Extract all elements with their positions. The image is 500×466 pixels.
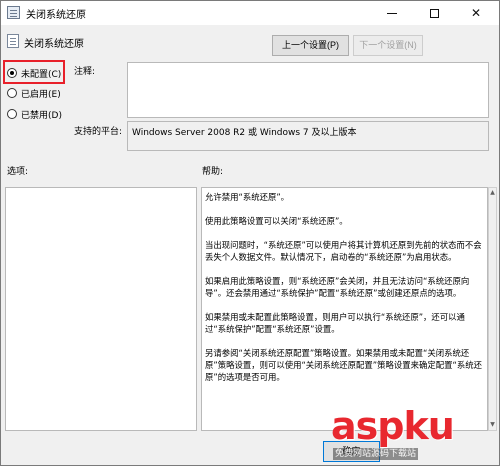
setting-title: 关闭系统还原 xyxy=(24,39,84,50)
site-watermark: aspku 免费网站源码下载站 xyxy=(331,404,496,464)
radio-enabled[interactable]: 已启用(E) xyxy=(7,86,61,100)
window-title: 关闭系统还原 xyxy=(26,10,86,21)
radio-dot xyxy=(7,109,17,119)
radio-disabled[interactable]: 已禁用(D) xyxy=(7,107,62,121)
minimize-icon xyxy=(387,13,397,14)
help-paragraph: 允许禁用“系统还原”。 xyxy=(205,192,290,202)
previous-setting-button[interactable]: 上一个设置(P) xyxy=(272,35,349,56)
next-setting-button[interactable]: 下一个设置(N) xyxy=(353,35,423,56)
close-icon: ✕ xyxy=(470,6,482,20)
close-button[interactable]: ✕ xyxy=(455,1,497,25)
radio-label: 未配置(C) xyxy=(21,69,62,80)
policy-icon xyxy=(7,6,20,19)
options-label: 选项: xyxy=(7,167,29,177)
help-paragraph: 如果禁用或未配置此策略设置，则用户可以执行“系统还原”，还可以通过“系统保护”配… xyxy=(205,312,465,334)
watermark-logo: aspku xyxy=(331,404,455,448)
help-paragraph: 另请参阅“关闭系统还原配置”策略设置。如果禁用或未配置“关闭系统还原”策略设置，… xyxy=(205,348,482,382)
radio-dot xyxy=(7,88,17,98)
radio-not-configured[interactable]: 未配置(C) xyxy=(7,66,61,80)
help-paragraph: 当出现问题时，“系统还原”可以使用户将其计算机还原到先前的状态而不会丢失个人数据… xyxy=(205,240,482,262)
comment-label: 注释: xyxy=(74,67,96,77)
comment-textarea[interactable] xyxy=(127,62,489,118)
minimize-button[interactable] xyxy=(371,1,413,25)
scroll-up-icon[interactable]: ▲ xyxy=(489,188,496,198)
radio-label: 已启用(E) xyxy=(21,89,61,100)
setting-icon xyxy=(7,34,19,48)
help-paragraph: 如果启用此策略设置，则“系统还原”会关闭，并且无法访问“系统还原向导”。还会禁用… xyxy=(205,276,470,298)
policy-dialog: 关闭系统还原 ✕ 关闭系统还原 上一个设置(P) 下一个设置(N) 未配置(C)… xyxy=(0,0,500,466)
radio-dot xyxy=(7,68,17,78)
platform-value: Windows Server 2008 R2 或 Windows 7 及以上版本 xyxy=(127,121,489,151)
title-bar: 关闭系统还原 ✕ xyxy=(1,1,499,25)
help-text-panel[interactable]: 允许禁用“系统还原”。 使用此策略设置可以关闭“系统还原”。 当出现问题时，“系… xyxy=(201,187,488,431)
platform-label: 支持的平台: xyxy=(74,127,123,137)
help-paragraph: 使用此策略设置可以关闭“系统还原”。 xyxy=(205,216,348,226)
help-scrollbar[interactable]: ▲ ▼ xyxy=(488,187,497,431)
options-panel xyxy=(5,187,197,431)
maximize-icon xyxy=(429,9,439,18)
maximize-button[interactable] xyxy=(413,1,455,25)
help-label: 帮助: xyxy=(202,167,224,177)
radio-label: 已禁用(D) xyxy=(21,110,62,121)
watermark-subtitle: 免费网站源码下载站 xyxy=(333,448,419,460)
